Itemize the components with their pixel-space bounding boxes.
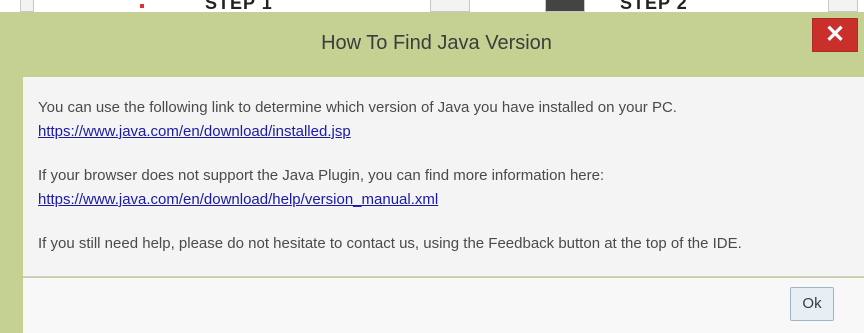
- background-marker: [140, 4, 144, 8]
- background-step-label: STEP 1: [205, 0, 273, 12]
- info-text-help: If you still need help, please do not he…: [38, 235, 742, 252]
- ok-button[interactable]: Ok: [790, 287, 834, 321]
- java-version-dialog: How To Find Java Version ✕ You can use t…: [0, 12, 864, 333]
- background-box: [430, 0, 470, 12]
- background-step-label: STEP 2: [620, 0, 688, 12]
- info-text-plugin: If your browser does not support the Jav…: [38, 167, 605, 184]
- dialog-title-bar[interactable]: How To Find Java Version ✕: [9, 12, 864, 70]
- close-icon: ✕: [824, 21, 846, 48]
- background-box: [828, 0, 858, 12]
- dialog-body: You can use the following link to determ…: [23, 77, 864, 277]
- dialog-title: How To Find Java Version: [321, 32, 552, 54]
- close-button[interactable]: ✕: [812, 18, 858, 52]
- background-box: [20, 0, 34, 12]
- version-manual-link[interactable]: https://www.java.com/en/download/help/ve…: [38, 191, 438, 208]
- info-text-installed: You can use the following link to determ…: [38, 99, 677, 116]
- background-page: STEP 1 STEP 2: [0, 0, 864, 12]
- background-image: [545, 0, 585, 12]
- installed-check-link[interactable]: https://www.java.com/en/download/install…: [38, 123, 351, 140]
- dialog-footer: Ok: [23, 278, 864, 333]
